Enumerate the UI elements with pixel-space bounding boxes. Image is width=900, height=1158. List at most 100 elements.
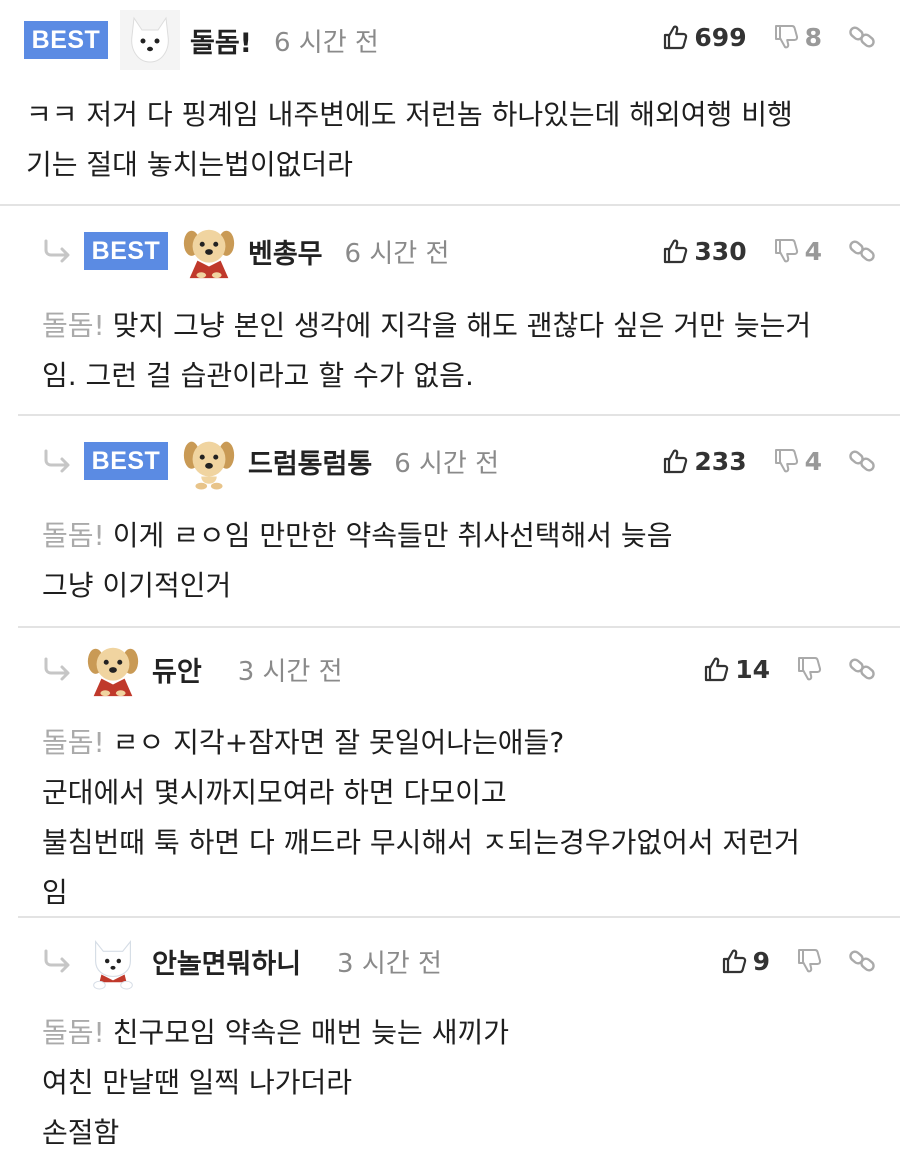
comment-line: 그냥 이기적인거 — [42, 569, 232, 602]
link-icon — [848, 947, 876, 975]
best-badge: BEST — [84, 442, 168, 480]
thumbs-up-icon — [721, 948, 747, 974]
comment-actions: 699 8 — [636, 4, 876, 70]
comment-header: 듀안 3 시간 전 — [40, 636, 343, 702]
comment-5: 안놀면뭐하니 3 시간 전 9 돌돔! 친구모임 약속은 매번 늦는 새끼가 여친… — [0, 918, 900, 1155]
thumbs-down-icon — [773, 24, 799, 50]
like-count: 699 — [694, 22, 747, 52]
comment-actions: 233 4 — [636, 428, 876, 494]
comment-line: 군대에서 몇시까지모여라 하면 다모이고 — [42, 776, 507, 809]
comment-header: BEST 벤총무 6 시간 전 — [40, 218, 449, 284]
puppy-avatar-icon — [180, 432, 238, 490]
avatar[interactable] — [180, 222, 238, 280]
quoted-nickname[interactable]: 돌돔! — [42, 519, 105, 552]
like-button[interactable]: 699 — [662, 22, 747, 52]
comment-text: ㅋㅋ 저거 다 핑계임 내주변에도 저런놈 하나있는데 해외여행 비행 기는 절… — [26, 90, 793, 190]
comment-line: 기는 절대 놓치는법이없더라 — [26, 148, 353, 181]
like-button[interactable]: 9 — [721, 947, 770, 976]
like-count: 9 — [752, 946, 770, 976]
dislike-count: 4 — [804, 446, 822, 476]
nickname[interactable]: 안놀면뭐하니 — [152, 942, 301, 981]
thumbs-up-icon — [662, 448, 688, 474]
link-icon — [848, 23, 876, 51]
link-button[interactable] — [848, 947, 876, 975]
comment-line: ㄹㅇ 지각+잠자면 잘 못일어나는애들? — [112, 726, 565, 759]
comment-text: 돌돔! 이게 ㄹㅇ임 만만한 약속들만 취사선택해서 늦음 그냥 이기적인거 — [42, 511, 672, 611]
link-icon — [848, 237, 876, 265]
quoted-nickname[interactable]: 돌돔! — [42, 1016, 105, 1049]
comment-line: 임. 그런 걸 습관이라고 할 수가 없음. — [42, 359, 474, 392]
comment-text: 돌돔! 친구모임 약속은 매번 늦는 새끼가 여친 만날땐 일찍 나가더라 손절함 — [42, 1008, 509, 1158]
comment-line: 불침번때 툭 하면 다 깨드라 무시해서 ㅈ되는경우가없어서 저런거 — [42, 826, 800, 859]
timestamp: 6 시간 전 — [394, 448, 500, 479]
link-button[interactable] — [848, 655, 876, 683]
dislike-button[interactable]: 4 — [773, 447, 822, 476]
link-icon — [848, 655, 876, 683]
dislike-button[interactable]: 4 — [773, 237, 822, 266]
white-dog-cape-avatar-icon — [84, 932, 142, 990]
best-badge: BEST — [84, 232, 168, 270]
quoted-nickname[interactable]: 돌돔! — [42, 726, 105, 759]
reply-arrow-icon — [40, 448, 74, 474]
comment-line: ㅋㅋ 저거 다 핑계임 내주변에도 저런놈 하나있는데 해외여행 비행 — [26, 98, 793, 131]
thumbs-up-icon — [662, 238, 688, 264]
comment-4: 듀안 3 시간 전 14 돌돔! ㄹㅇ 지각+잠자면 잘 못일어나는애들? 군대에… — [0, 628, 900, 916]
thumbs-down-icon — [796, 948, 822, 974]
reply-arrow-icon — [40, 656, 74, 682]
comment-actions: 330 4 — [636, 218, 876, 284]
reply-arrow-icon — [40, 238, 74, 264]
nickname[interactable]: 돌돔! — [190, 21, 252, 60]
comment-actions: 14 — [677, 636, 876, 702]
avatar[interactable] — [180, 432, 238, 490]
timestamp: 3 시간 전 — [237, 656, 343, 687]
thumbs-up-icon — [703, 656, 729, 682]
comment-1: BEST 돌돔! 6 시간 전 699 8 ㅋㅋ 저거 다 핑계임 내주변에도 … — [0, 0, 900, 205]
comment-actions: 9 — [695, 928, 876, 994]
thumbs-up-icon — [662, 24, 688, 50]
comment-line: 임 — [42, 876, 68, 909]
white-dog-avatar-icon — [120, 10, 180, 70]
link-button[interactable] — [848, 23, 876, 51]
nickname[interactable]: 드럼통럼통 — [248, 442, 372, 481]
nickname[interactable]: 벤총무 — [248, 232, 323, 271]
like-button[interactable]: 233 — [662, 446, 747, 476]
link-button[interactable] — [848, 447, 876, 475]
thumbs-down-icon — [773, 448, 799, 474]
link-button[interactable] — [848, 237, 876, 265]
puppy-cape-avatar-icon — [84, 640, 142, 698]
link-icon — [848, 447, 876, 475]
thumbs-down-icon — [796, 656, 822, 682]
comment-header: BEST 드럼통럼통 6 시간 전 — [40, 428, 499, 494]
comment-line: 여친 만날땐 일찍 나가더라 — [42, 1066, 353, 1099]
dislike-count: 4 — [804, 236, 822, 266]
comment-header: BEST 돌돔! 6 시간 전 — [24, 7, 379, 73]
nickname[interactable]: 듀안 — [152, 650, 202, 689]
like-button[interactable]: 14 — [703, 655, 770, 684]
comment-3: BEST 드럼통럼통 6 시간 전 233 4 돌돔! 이게 ㄹㅇ임 만만한 약속… — [0, 416, 900, 626]
comment-line: 맞지 그냥 본인 생각에 지각을 해도 괜찮다 싶은 거만 늦는거 — [112, 309, 812, 342]
comment-2: BEST 벤총무 6 시간 전 330 4 돌돔! 맞지 그냥 본인 생각에 지각… — [0, 206, 900, 414]
avatar[interactable] — [84, 640, 142, 698]
like-count: 330 — [694, 236, 747, 266]
quoted-nickname[interactable]: 돌돔! — [42, 309, 105, 342]
like-button[interactable]: 330 — [662, 236, 747, 266]
comment-text: 돌돔! ㄹㅇ 지각+잠자면 잘 못일어나는애들? 군대에서 몇시까지모여라 하면 … — [42, 718, 800, 918]
thumbs-down-icon — [773, 238, 799, 264]
comment-line: 손절함 — [42, 1116, 120, 1149]
dislike-button[interactable] — [796, 656, 822, 682]
dislike-button[interactable] — [796, 948, 822, 974]
like-count: 14 — [735, 654, 770, 684]
comment-header: 안놀면뭐하니 3 시간 전 — [40, 928, 442, 994]
comment-line: 이게 ㄹㅇ임 만만한 약속들만 취사선택해서 늦음 — [112, 519, 673, 552]
puppy-cape-avatar-icon — [180, 222, 238, 280]
comment-line: 친구모임 약속은 매번 늦는 새끼가 — [112, 1016, 509, 1049]
timestamp: 6 시간 전 — [274, 27, 379, 58]
timestamp: 3 시간 전 — [337, 948, 442, 979]
like-count: 233 — [694, 446, 747, 476]
dislike-button[interactable]: 8 — [773, 23, 822, 52]
avatar[interactable] — [120, 10, 180, 70]
dislike-count: 8 — [804, 22, 822, 52]
best-badge: BEST — [24, 21, 108, 59]
timestamp: 6 시간 전 — [344, 238, 450, 269]
avatar[interactable] — [84, 932, 142, 990]
